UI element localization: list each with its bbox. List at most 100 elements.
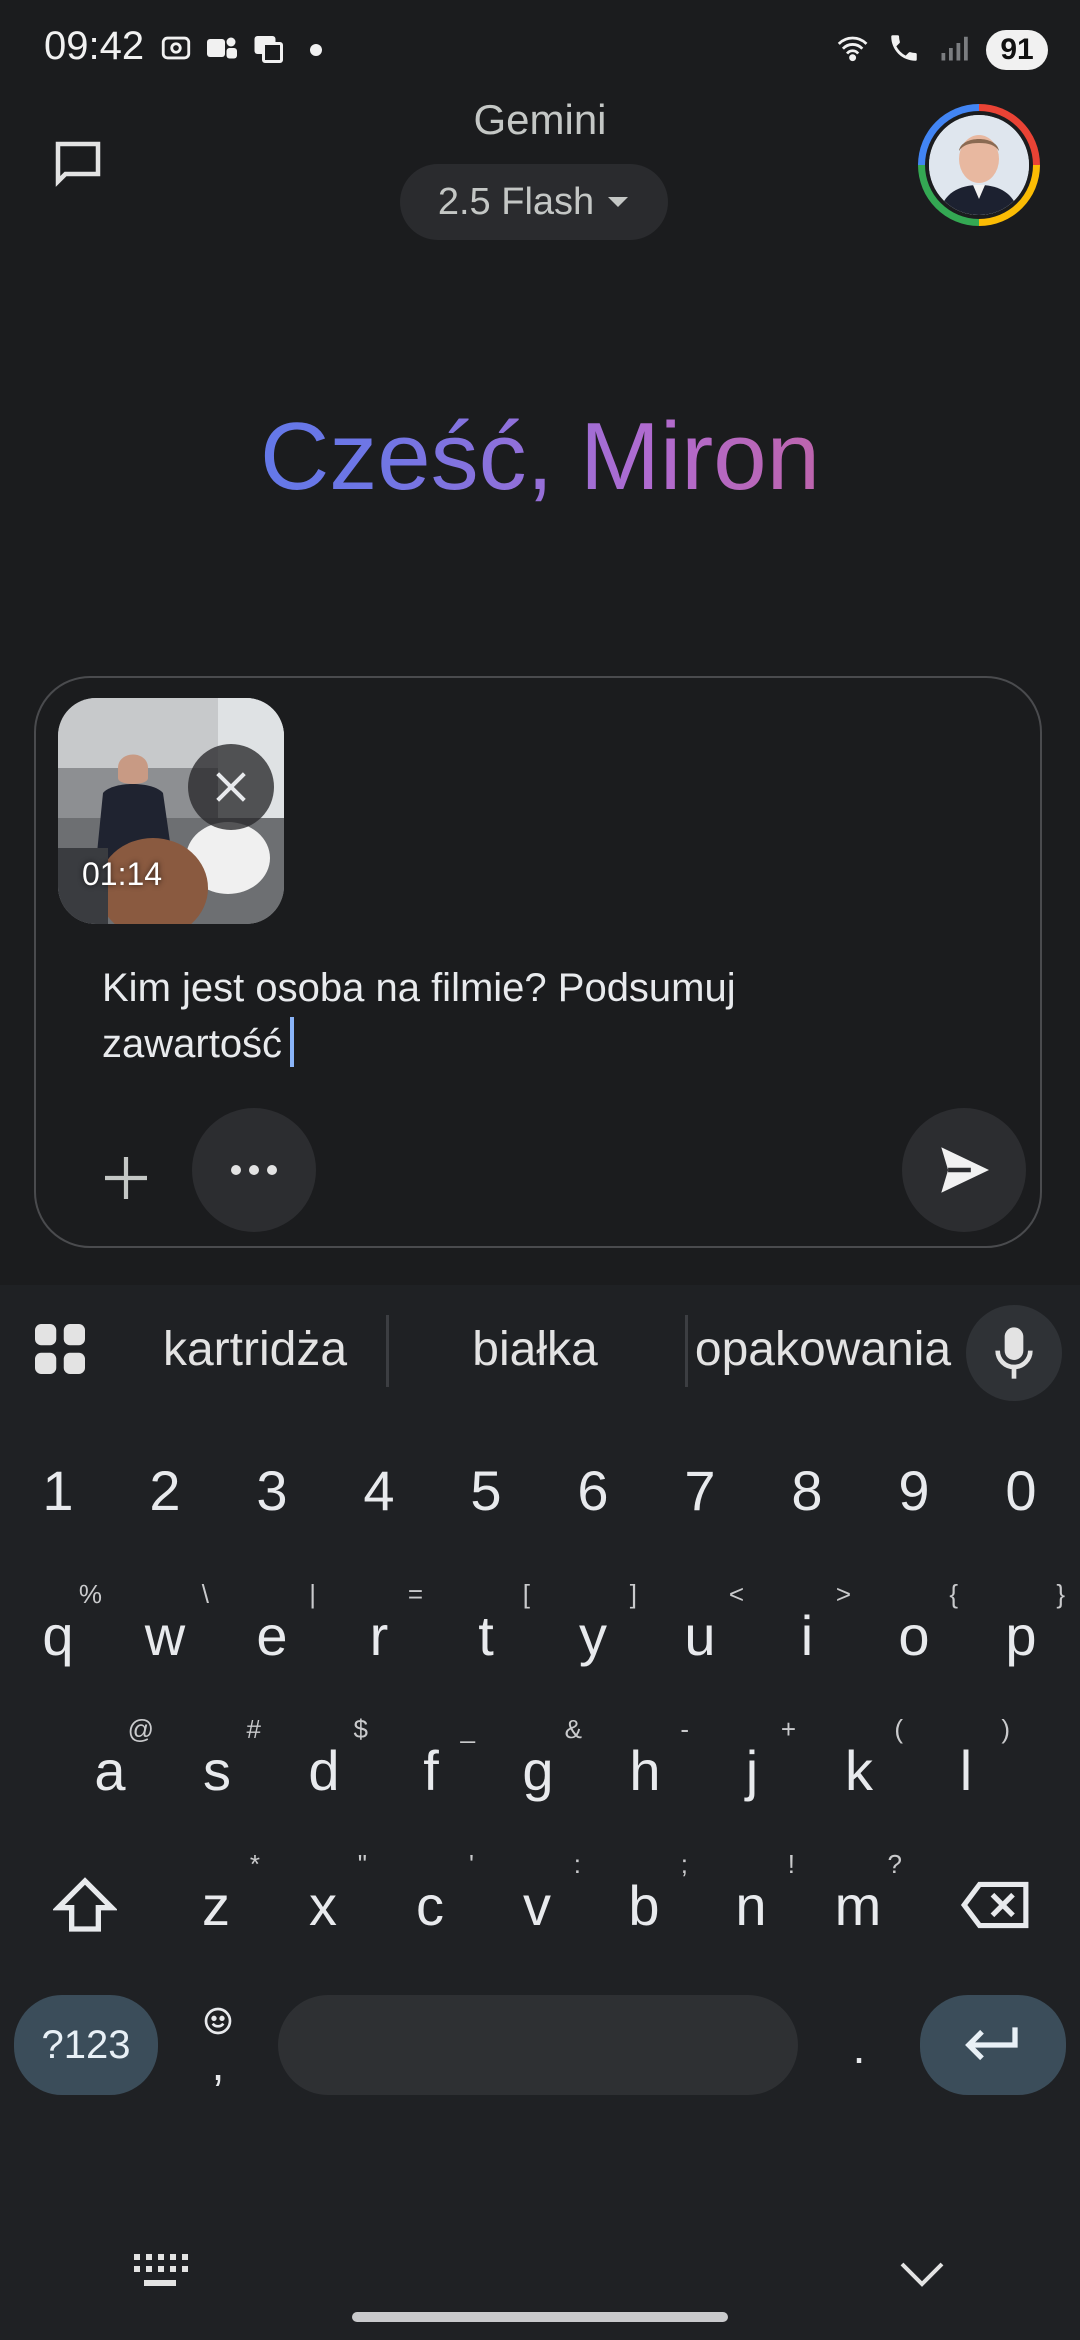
- comma-label: ,: [211, 2038, 225, 2090]
- key-a[interactable]: a @: [60, 1710, 160, 1830]
- chevron-down-icon: [900, 2262, 944, 2287]
- shift-key[interactable]: [20, 1845, 150, 1965]
- remove-attachment-button[interactable]: [188, 744, 274, 830]
- backspace-key[interactable]: [930, 1845, 1060, 1965]
- key-4[interactable]: 4: [329, 1435, 429, 1545]
- signal-icon: [936, 30, 972, 66]
- key-l[interactable]: l): [916, 1710, 1016, 1830]
- key-label: d: [308, 1738, 340, 1802]
- key-n[interactable]: n!: [701, 1845, 801, 1965]
- key-g[interactable]: g &: [488, 1710, 588, 1830]
- shift-icon: [53, 1877, 117, 1932]
- key-p[interactable]: p}: [971, 1575, 1071, 1695]
- period-key[interactable]: .: [818, 1997, 900, 2097]
- key-label: i: [800, 1603, 814, 1667]
- keyboard-menu-button[interactable]: [30, 1319, 90, 1379]
- key-h[interactable]: h-: [595, 1710, 695, 1830]
- space-key[interactable]: [278, 1995, 798, 2095]
- account-avatar-button[interactable]: [918, 104, 1040, 226]
- greeting-text: Cześć, Miron: [0, 402, 1080, 512]
- key-label: m: [834, 1873, 882, 1937]
- key-b[interactable]: b;: [594, 1845, 694, 1965]
- enter-key[interactable]: [920, 1995, 1066, 2095]
- key-j[interactable]: j +: [702, 1710, 802, 1830]
- key-label: f: [423, 1738, 439, 1802]
- key-s[interactable]: s #: [167, 1710, 267, 1830]
- key-6[interactable]: 6: [543, 1435, 643, 1545]
- suggestion-3[interactable]: opakowania: [695, 1317, 951, 1381]
- video-duration: 01:14: [82, 856, 163, 892]
- key-x[interactable]: x ": [273, 1845, 373, 1965]
- plus-icon: [105, 1157, 147, 1199]
- work-profile-icon: [250, 30, 286, 66]
- key-3[interactable]: 3: [222, 1435, 322, 1545]
- voice-input-button[interactable]: [966, 1305, 1062, 1401]
- key-label: v: [523, 1873, 551, 1937]
- key-label: 5: [470, 1458, 502, 1522]
- suggestion-1[interactable]: kartridża: [130, 1317, 380, 1381]
- gesture-navigation-bar[interactable]: [352, 2312, 728, 2322]
- key-hint: (: [894, 1714, 903, 1744]
- key-1[interactable]: 1: [8, 1435, 108, 1545]
- backspace-icon: [960, 1881, 1029, 1929]
- video-attachment-thumbnail[interactable]: 01:14: [58, 698, 284, 924]
- key-d[interactable]: d $: [274, 1710, 374, 1830]
- key-i[interactable]: i >: [757, 1575, 857, 1695]
- key-2[interactable]: 2: [115, 1435, 215, 1545]
- emoji-comma-key[interactable]: ,: [180, 1997, 256, 2097]
- status-right-icons: [836, 30, 972, 66]
- key-e[interactable]: e |: [222, 1575, 322, 1695]
- key-hint: ;: [680, 1849, 688, 1879]
- key-hint: !: [787, 1849, 795, 1879]
- key-label: s: [203, 1738, 231, 1802]
- key-m[interactable]: m?: [808, 1845, 908, 1965]
- prompt-input[interactable]: Kim jest osoba na filmie? Podsumuj zawar…: [102, 960, 922, 1072]
- suggestion-2[interactable]: białka: [410, 1317, 660, 1381]
- prompt-input-text: Kim jest osoba na filmie? Podsumuj zawar…: [102, 966, 736, 1066]
- status-bar: 09:42 91: [0, 0, 1080, 104]
- key-label: p: [1005, 1603, 1037, 1667]
- key-r[interactable]: r =: [329, 1575, 429, 1695]
- key-9[interactable]: 9: [864, 1435, 964, 1545]
- key-hint: *: [249, 1849, 260, 1879]
- add-attachment-button[interactable]: [76, 1128, 176, 1228]
- key-y[interactable]: y]: [543, 1575, 643, 1695]
- key-label: 1: [42, 1458, 74, 1522]
- key-q[interactable]: q%: [8, 1575, 108, 1695]
- key-label: l: [959, 1738, 973, 1802]
- key-8[interactable]: 8: [757, 1435, 857, 1545]
- key-hint: $: [353, 1714, 368, 1744]
- gemini-app: 09:42 91 Gemini 2.5 Flash Cześć, Miron 0…: [0, 0, 1080, 1285]
- key-hint: :: [573, 1849, 581, 1879]
- key-z[interactable]: z *: [166, 1845, 266, 1965]
- key-label: 0: [1005, 1458, 1037, 1522]
- send-button[interactable]: [902, 1108, 1026, 1232]
- key-5[interactable]: 5: [436, 1435, 536, 1545]
- key-label: k: [845, 1738, 873, 1802]
- key-f[interactable]: f _: [381, 1710, 481, 1830]
- key-label: y: [579, 1603, 607, 1667]
- key-label: 8: [791, 1458, 823, 1522]
- user-avatar: [929, 115, 1029, 215]
- avatar: [925, 111, 1033, 219]
- key-o[interactable]: o{: [864, 1575, 964, 1695]
- dropdown-arrow-icon: [608, 197, 629, 207]
- key-7[interactable]: 7: [650, 1435, 750, 1545]
- key-c[interactable]: c ': [380, 1845, 480, 1965]
- key-hint: +: [780, 1714, 796, 1744]
- key-t[interactable]: t[: [436, 1575, 536, 1695]
- apps-grid-icon: [35, 1324, 85, 1374]
- key-u[interactable]: u <: [650, 1575, 750, 1695]
- key-k[interactable]: k(: [809, 1710, 909, 1830]
- key-label: q: [42, 1603, 74, 1667]
- key-v[interactable]: v:: [487, 1845, 587, 1965]
- key-label: n: [735, 1873, 767, 1937]
- more-options-button[interactable]: [192, 1108, 316, 1232]
- key-0[interactable]: 0: [971, 1435, 1071, 1545]
- keyboard-switch-button[interactable]: [132, 2250, 188, 2294]
- model-selector[interactable]: 2.5 Flash: [400, 164, 668, 240]
- symbols-key[interactable]: ?123: [14, 1995, 158, 2095]
- hide-keyboard-button[interactable]: [898, 2256, 946, 2292]
- teams-icon: [204, 30, 240, 66]
- key-w[interactable]: w \: [115, 1575, 215, 1695]
